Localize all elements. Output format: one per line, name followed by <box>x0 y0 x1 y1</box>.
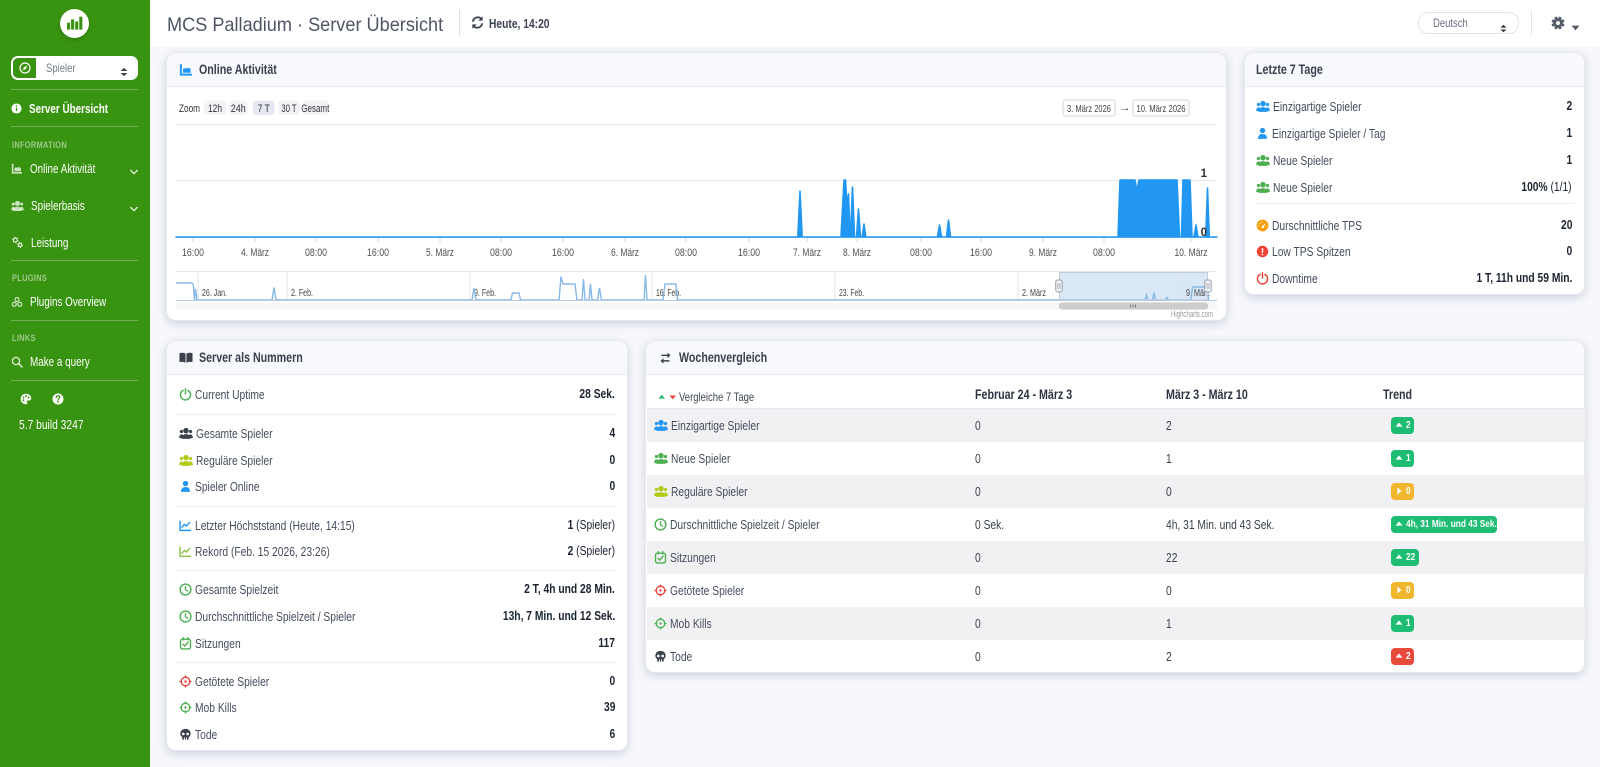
svg-text:10. März: 10. März <box>1175 247 1208 259</box>
svg-text:7 T: 7 T <box>258 103 270 115</box>
svg-text:16:00: 16:00 <box>738 247 760 259</box>
svg-text:9. März: 9. März <box>1029 247 1057 259</box>
svg-text:→: → <box>1120 102 1131 114</box>
svg-text:08:00: 08:00 <box>910 247 932 259</box>
svg-text:5. März: 5. März <box>426 247 454 259</box>
svg-text:12h: 12h <box>208 103 222 115</box>
svg-text:2. März: 2. März <box>1022 288 1046 299</box>
svg-text:2. Feb.: 2. Feb. <box>291 288 313 299</box>
svg-text:26. Jan.: 26. Jan. <box>202 288 227 299</box>
svg-text:8. März: 8. März <box>843 247 871 259</box>
svg-text:16:00: 16:00 <box>182 247 204 259</box>
svg-text:08:00: 08:00 <box>490 247 512 259</box>
svg-text:16:00: 16:00 <box>552 247 574 259</box>
svg-text:1: 1 <box>1201 168 1208 180</box>
svg-text:6. März: 6. März <box>611 247 639 259</box>
svg-text:3. März 2026: 3. März 2026 <box>1067 103 1111 115</box>
svg-text:10. März 2026: 10. März 2026 <box>1137 103 1186 115</box>
svg-text:4. März: 4. März <box>241 247 269 259</box>
svg-text:24h: 24h <box>231 103 246 115</box>
svg-text:Gesamt: Gesamt <box>301 103 329 115</box>
svg-text:9. Feb.: 9. Feb. <box>474 288 496 299</box>
svg-text:16:00: 16:00 <box>970 247 992 259</box>
svg-text:23. Feb.: 23. Feb. <box>839 288 864 299</box>
svg-text:08:00: 08:00 <box>675 247 697 259</box>
svg-text:08:00: 08:00 <box>305 247 327 259</box>
svg-text:7. März: 7. März <box>793 247 821 259</box>
svg-text:Zoom: Zoom <box>179 103 200 115</box>
svg-text:30 T: 30 T <box>282 103 297 115</box>
svg-text:16:00: 16:00 <box>367 247 389 259</box>
svg-text:Highcharts.com: Highcharts.com <box>1171 309 1213 319</box>
svg-text:0: 0 <box>1201 227 1207 239</box>
svg-text:08:00: 08:00 <box>1093 247 1115 259</box>
